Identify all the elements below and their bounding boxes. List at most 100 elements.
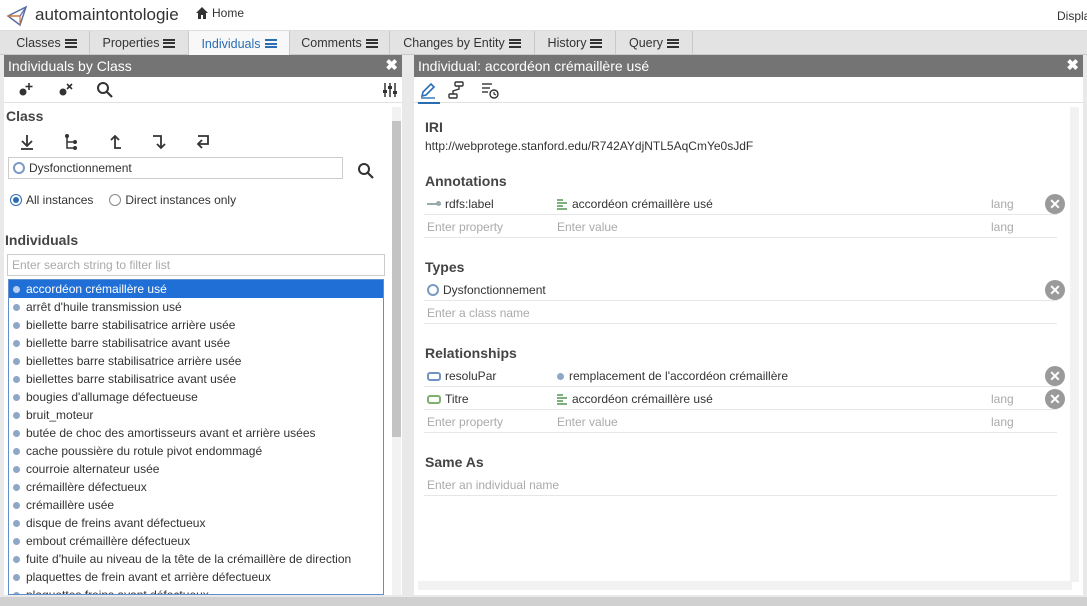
list-item[interactable]: bruit_moteur [9, 406, 383, 424]
list-item[interactable]: biellettes barre stabilisatrice arrière … [9, 352, 383, 370]
list-item[interactable]: plaquettes freins avant défectueux [9, 586, 383, 595]
direct-instances-radio[interactable] [109, 194, 122, 206]
tab-comments[interactable]: Comments [290, 31, 390, 55]
lang-field[interactable]: lang [991, 415, 1014, 429]
scrollbar-thumb[interactable] [392, 121, 401, 437]
relationship-value[interactable]: remplacement de l'accordéon crémaillère [569, 369, 788, 383]
type-value[interactable]: Dysfonctionnement [443, 283, 546, 297]
individual-label: courroie alternateur usée [26, 462, 160, 476]
object-property-icon [427, 371, 441, 381]
menu-icon [64, 38, 77, 48]
individual-icon [13, 537, 20, 545]
individual-label: disque de freins avant défectueux [26, 516, 206, 530]
tab-properties[interactable]: Properties [90, 31, 189, 55]
literal-icon [557, 199, 567, 210]
tab-individuals[interactable]: Individuals [189, 31, 290, 56]
tab-classes[interactable]: Classes [4, 31, 90, 55]
horizontal-scrollbar[interactable] [418, 581, 1072, 590]
panel-header: Individuals by Class ✖ [4, 55, 402, 77]
individuals-toolbar [4, 77, 402, 103]
individual-label: plaquettes freins avant défectueux [26, 588, 209, 595]
add-individual-icon[interactable] [16, 80, 36, 100]
arrow-up-icon[interactable] [105, 132, 125, 152]
list-item[interactable]: crémaillère défectueux [9, 478, 383, 496]
list-item[interactable]: butée de choc des amortisseurs avant et … [9, 424, 383, 442]
annotation-property[interactable]: rdfs:label [445, 197, 494, 211]
settings-sliders-icon[interactable] [380, 80, 400, 100]
same-as-label: Same As [425, 454, 484, 470]
delete-individual-icon[interactable] [56, 80, 76, 100]
list-item[interactable]: fuite d'huile au niveau de la tête de la… [9, 550, 383, 568]
close-panel-button[interactable]: ✖ [385, 56, 398, 74]
project-title[interactable]: automaintontologie [35, 5, 179, 25]
graph-view-icon[interactable] [447, 80, 469, 102]
individual-label: biellette barre stabilisatrice arrière u… [26, 318, 236, 332]
relationship-property[interactable]: resoluPar [445, 369, 496, 383]
tab-history[interactable]: History [535, 31, 616, 55]
edit-pencil-icon[interactable] [418, 80, 440, 104]
vertical-scrollbar[interactable] [1070, 107, 1079, 582]
delete-relationship-button[interactable]: ✕ [1045, 389, 1065, 409]
individual-label: accordéon crémaillère usé [26, 282, 167, 296]
annotation-value[interactable]: accordéon crémaillère usé [572, 197, 713, 211]
enter-individual-field[interactable]: Enter an individual name [427, 478, 559, 492]
list-item[interactable]: bougies d'allumage défectueuse [9, 388, 383, 406]
delete-annotation-button[interactable]: ✕ [1045, 194, 1065, 214]
tab-query[interactable]: Query [616, 31, 693, 55]
list-item[interactable]: cache poussière du rotule pivot endommag… [9, 442, 383, 460]
lang-field[interactable]: lang [991, 197, 1014, 211]
bottom-scrollbar[interactable] [0, 597, 1087, 606]
list-item[interactable]: courroie alternateur usée [9, 460, 383, 478]
individual-icon [13, 573, 20, 581]
filter-individuals-input[interactable] [7, 254, 385, 276]
home-link[interactable]: Home [195, 6, 244, 20]
delete-type-button[interactable]: ✕ [1045, 280, 1065, 300]
list-item[interactable]: accordéon crémaillère usé [9, 280, 383, 298]
delete-relationship-button[interactable]: ✕ [1045, 366, 1065, 386]
relationship-property-cell: Titre [427, 392, 469, 406]
lang-field[interactable]: lang [991, 220, 1014, 234]
list-item[interactable]: arrêt d'huile transmission usé [9, 298, 383, 316]
tab-label: Properties [102, 36, 160, 50]
list-item[interactable]: biellette barre stabilisatrice arrière u… [9, 316, 383, 334]
close-panel-button[interactable]: ✖ [1066, 56, 1079, 74]
types-label: Types [425, 259, 465, 275]
individual-label: biellettes barre stabilisatrice avant us… [26, 372, 237, 386]
tab-changes-by-entity[interactable]: Changes by Entity [390, 31, 535, 55]
type-cell: Dysfonctionnement [427, 283, 546, 297]
class-selector-field[interactable]: Dysfonctionnement [8, 157, 343, 179]
enter-property-field[interactable]: Enter property [427, 220, 503, 234]
individual-label: butée de choc des amortisseurs avant et … [26, 426, 316, 440]
arrow-down-to-line-icon[interactable] [17, 132, 37, 152]
vertical-scrollbar[interactable] [392, 107, 401, 595]
individual-label: crémaillère usée [26, 498, 115, 512]
individual-label: biellette barre stabilisatrice avant usé… [26, 336, 231, 350]
individual-icon [13, 357, 20, 365]
list-item[interactable]: plaquettes de frein avant et arrière déf… [9, 568, 383, 586]
individual-label: fuite d'huile au niveau de la tête de la… [26, 552, 352, 566]
tab-label: Comments [301, 36, 362, 50]
list-item[interactable]: disque de freins avant défectueux [9, 514, 383, 532]
history-list-icon[interactable] [480, 80, 502, 102]
search-icon[interactable] [356, 161, 376, 181]
lang-field[interactable]: lang [991, 392, 1014, 406]
enter-property-field[interactable]: Enter property [427, 415, 503, 429]
enter-value-field[interactable]: Enter value [557, 415, 618, 429]
list-item[interactable]: embout crémaillère défectueux [9, 532, 383, 550]
relationship-value[interactable]: accordéon crémaillère usé [572, 392, 713, 406]
relationship-property[interactable]: Titre [445, 392, 469, 406]
list-item[interactable]: biellettes barre stabilisatrice avant us… [9, 370, 383, 388]
list-item[interactable]: biellette barre stabilisatrice avant usé… [9, 334, 383, 352]
arrow-return-icon[interactable] [193, 132, 213, 152]
tab-label: Individuals [201, 36, 261, 51]
enter-value-field[interactable]: Enter value [557, 220, 618, 234]
enter-class-field[interactable]: Enter a class name [427, 306, 530, 320]
search-icon[interactable] [95, 80, 115, 100]
display-name-link[interactable]: Displa [1057, 9, 1087, 23]
arrow-down-icon[interactable] [149, 132, 169, 152]
all-instances-radio[interactable] [10, 194, 22, 206]
annotations-label: Annotations [425, 173, 507, 189]
relationship-row: Titre accordéon crémaillère usé lang ✕ [424, 388, 1065, 410]
list-item[interactable]: crémaillère usée [9, 496, 383, 514]
hierarchy-tree-icon[interactable] [61, 132, 81, 152]
